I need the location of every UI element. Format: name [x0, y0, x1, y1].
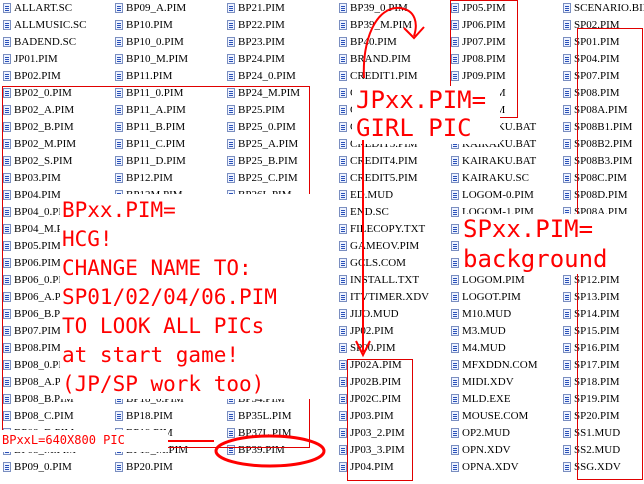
bp37l-circle	[214, 434, 326, 468]
red-pen-strokes	[168, 6, 425, 468]
jp-curved-arrow	[362, 6, 417, 79]
